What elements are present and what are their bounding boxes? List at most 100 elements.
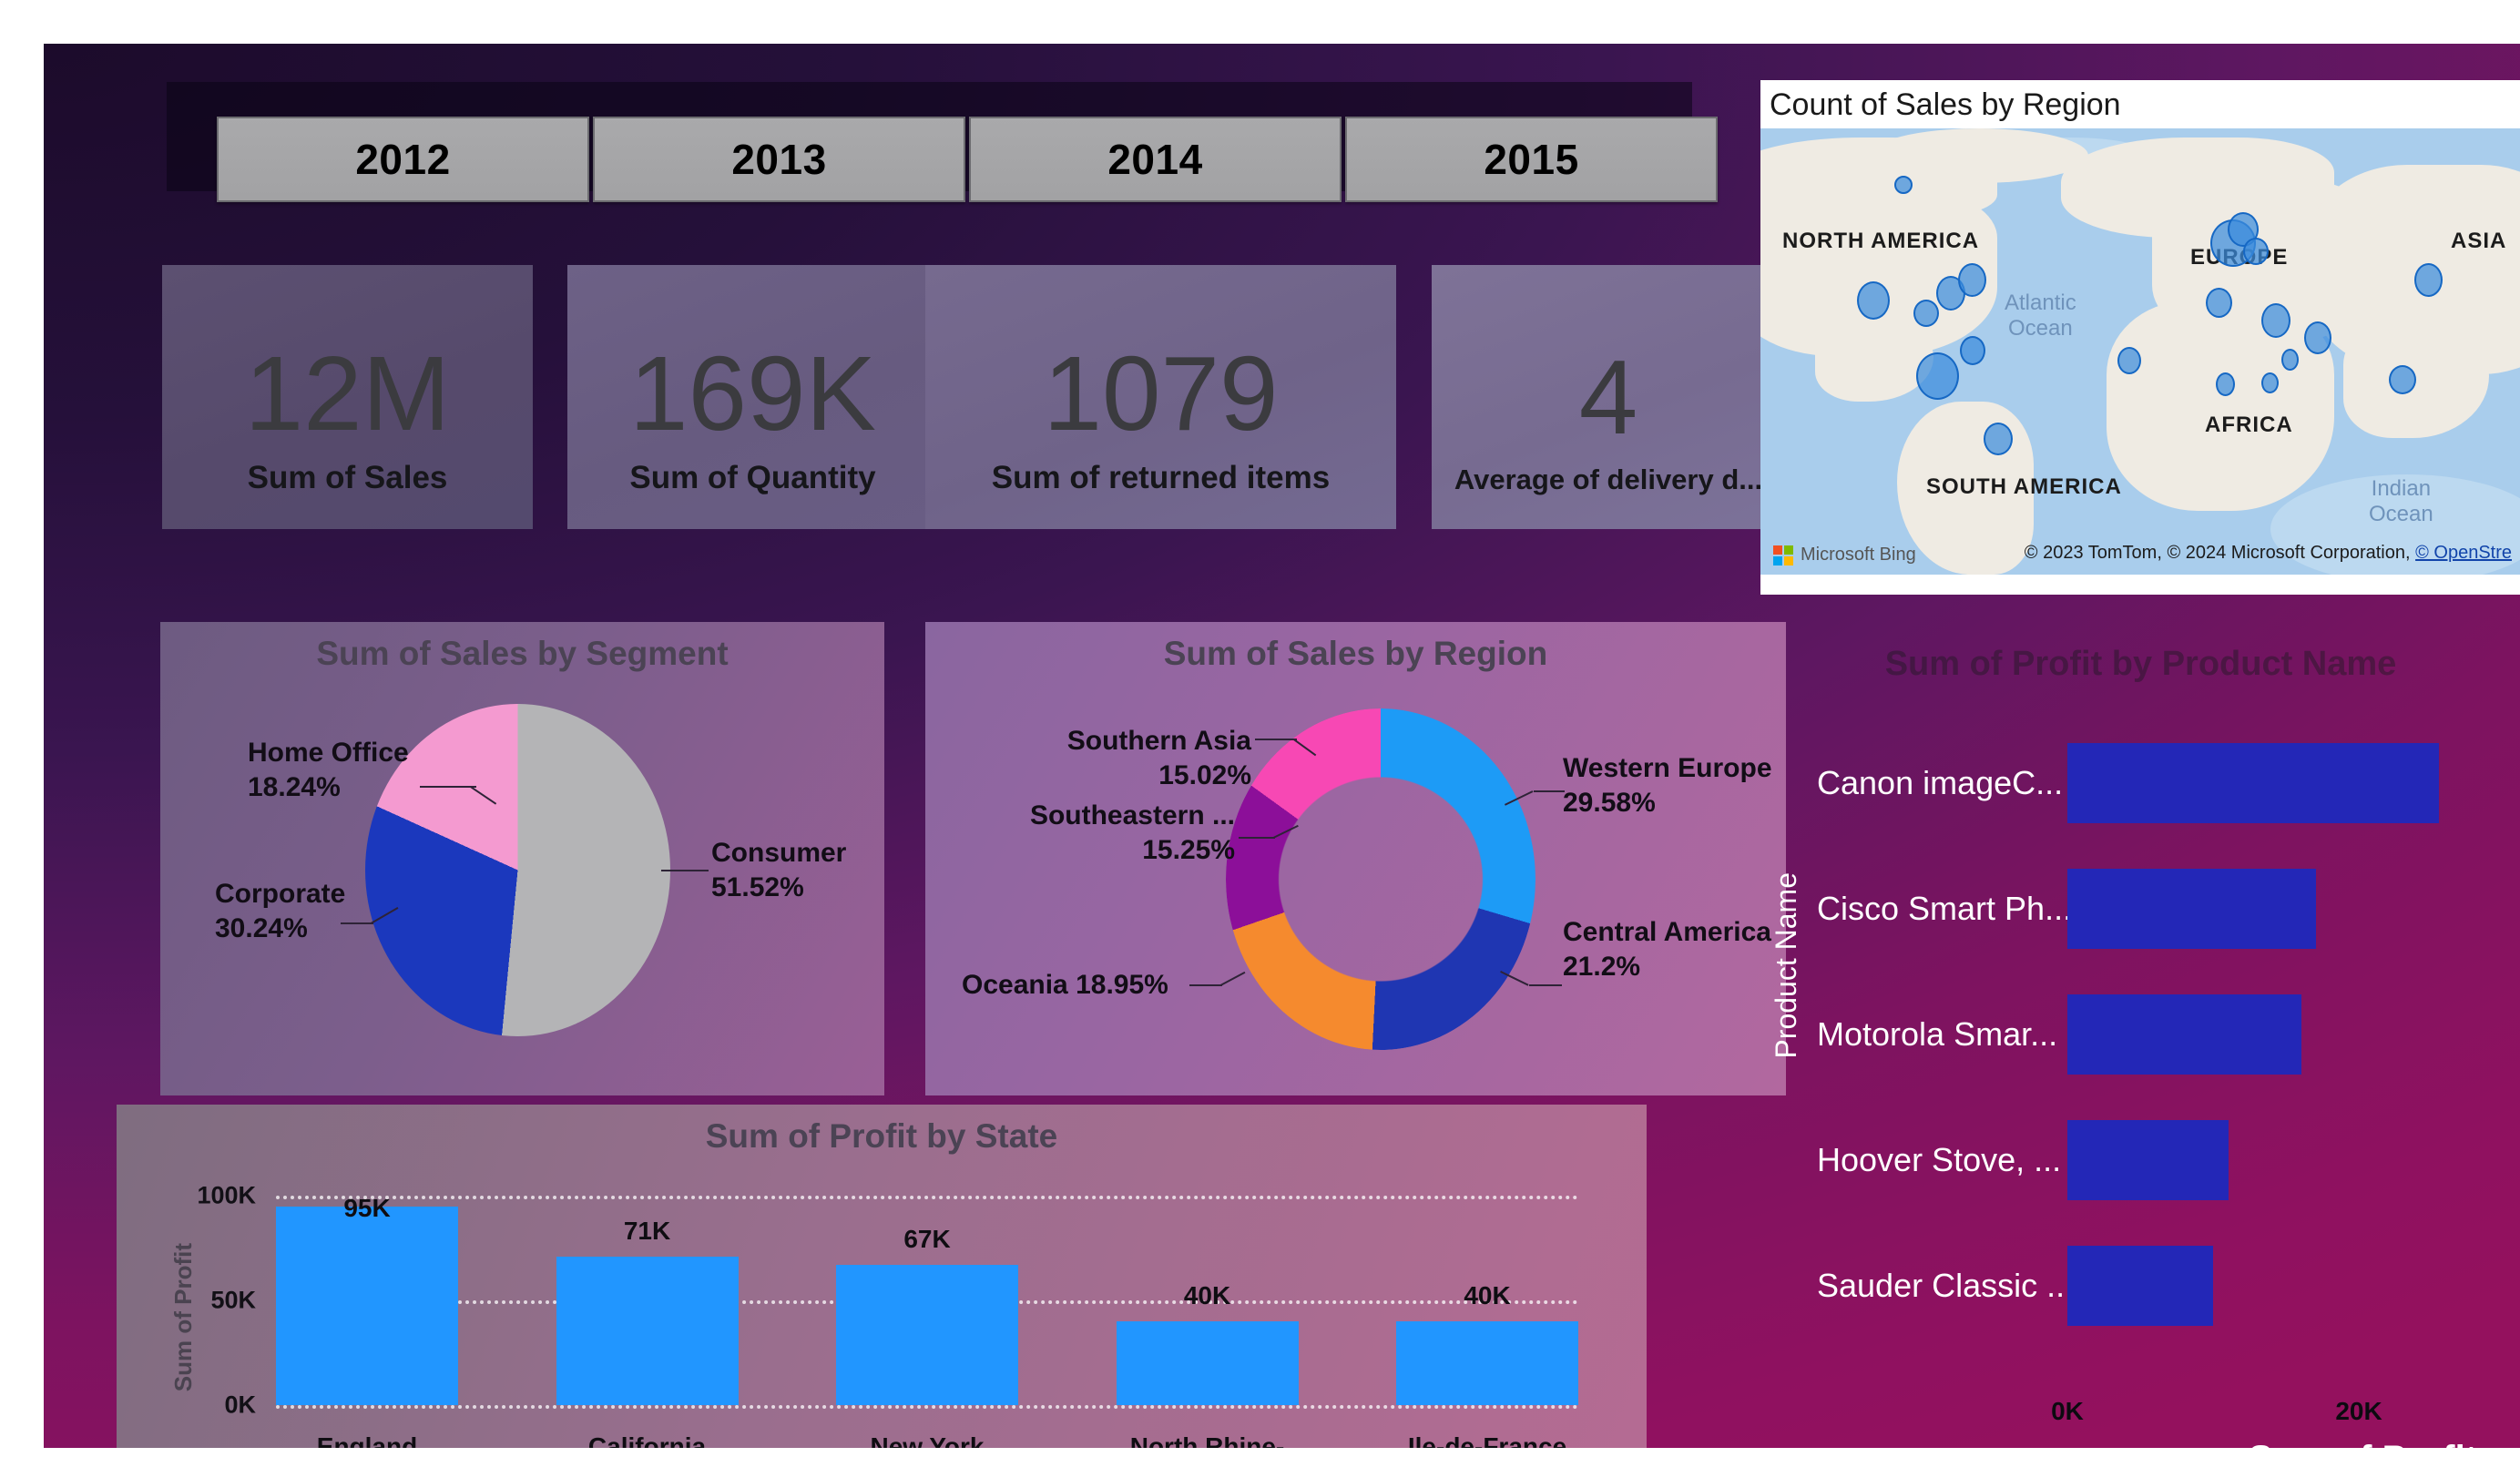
map-bubble[interactable] [1960,336,1985,365]
column-series: 95K England 71K California 67K New York … [276,1194,1578,1448]
bar-row-motorola[interactable]: Motorola Smar... [1817,980,2520,1089]
donut-label-oceania: Oceania 18.95% [962,970,1168,1000]
bar-value: 71K [623,1217,671,1245]
chart-card-sales-by-region[interactable]: Sum of Sales by Region Southern Asia 15.0… [925,622,1786,1095]
bar-row-cisco[interactable]: Cisco Smart Ph... [1817,854,2520,963]
chart-title: Sum of Sales by Segment [316,635,729,672]
chart-card-profit-by-state[interactable]: Sum of Profit by State Sum of Profit 100… [117,1105,1647,1448]
bar[interactable] [1396,1321,1578,1405]
chart-card-sales-by-segment[interactable]: Sum of Sales by Segment Home Office 18.24… [160,622,884,1095]
map-bubble[interactable] [2261,372,2279,393]
column-north-rhine-westphalia[interactable]: 40K North Rhine-Westphalia [1116,1196,1299,1448]
map-bubble[interactable] [2206,288,2232,318]
kpi-card-average-delivery-days[interactable]: 4 Average of delivery d... [1432,265,1785,529]
map-label-africa: AFRICA [2205,413,2293,437]
bar-value: 40K [1183,1281,1231,1309]
map-bubble[interactable] [1916,352,1959,400]
kpi-card-sum-of-returned-items[interactable]: 1079 Sum of returned items [925,265,1396,529]
kpi-label: Average of delivery d... [1454,464,1763,495]
donut-label-central-america: Central America 21.2% [1563,917,1771,982]
year-button-2013[interactable]: 2013 [593,117,965,202]
year-button-2015[interactable]: 2015 [1345,117,1718,202]
bar-category-label: Canon imageC... [1817,764,2064,801]
map-bubble[interactable] [1857,281,1890,320]
bar[interactable] [2067,1120,2229,1200]
year-slicer[interactable]: 2012 2013 2014 2015 [217,117,1718,202]
year-button-2014[interactable]: 2014 [969,117,1342,202]
pie-label-home-office: Home Office 18.24% [248,738,409,802]
leader-line-central-america-2 [1529,984,1562,986]
map-bubble[interactable] [1913,300,1939,327]
bar-row-hoover[interactable]: Hoover Stove, ... [1817,1105,2520,1215]
bar[interactable] [2067,994,2301,1075]
bar-row-sauder[interactable]: Sauder Classic ... [1817,1231,2520,1340]
column-ile-de-france[interactable]: 40K Ile-de-France [1396,1196,1578,1448]
pie-label-consumer: Consumer 51.52% [711,838,847,902]
y-tick-0k: 0K [224,1391,256,1419]
map-attribution: © 2023 TomTom, © 2024 Microsoft Corporat… [2024,543,2512,563]
x-axis-title: Sum of Profit [2249,1439,2477,1448]
bar-category-label: Sauder Classic ... [1817,1267,2067,1304]
bing-map[interactable]: NORTH AMERICA SOUTH AMERICA EUROPE AFRIC… [1760,128,2520,575]
x-tick-0k: 0K [2051,1397,2084,1425]
chart-card-profit-by-product-name[interactable]: Sum of Profit by Product Name Product Na… [1760,645,2520,1448]
map-bubble[interactable] [1894,176,1913,194]
map-bubble[interactable] [2281,349,2299,371]
bar[interactable] [2067,1246,2213,1326]
pie-chart-sales-by-segment[interactable] [365,704,670,1036]
kpi-label: Sum of Sales [247,460,448,495]
bar[interactable] [276,1207,458,1405]
chart-title: Sum of Profit by Product Name [1884,645,2397,683]
leader-line-western-europe-2 [1534,790,1565,792]
kpi-label: Sum of Quantity [629,460,876,495]
donut-chart-sales-by-region[interactable] [1226,708,1535,1050]
leader-line-corporate [341,922,373,924]
bar[interactable] [2067,869,2316,949]
y-axis-title: Sum of Profit [169,1243,197,1392]
column-chart-plot-area[interactable]: 100K 50K 0K 95K England 71K California 6… [197,1182,1578,1448]
bar[interactable] [556,1257,739,1405]
x-category: North Rhine-Westphalia [1129,1432,1285,1448]
bar-category-label: Cisco Smart Ph... [1817,890,2067,927]
map-bubble[interactable] [1958,263,1986,297]
donut-label-southern-asia: Southern Asia 15.02% [1066,726,1251,790]
chart-title: Sum of Sales by Region [1163,635,1548,672]
column-california[interactable]: 71K California [556,1196,739,1448]
map-bubble[interactable] [2243,238,2269,265]
year-button-2012[interactable]: 2012 [217,117,589,202]
bar[interactable] [2067,743,2439,823]
map-bubble[interactable] [1984,423,2013,455]
report-canvas: 2012 2013 2014 2015 12M Sum of Sales 169… [44,44,2520,1448]
map-bubble[interactable] [2261,303,2290,338]
openstreetmap-link[interactable]: © OpenStre [2415,543,2512,563]
x-category: New York [870,1432,985,1448]
leader-line-home-office [420,786,476,788]
map-label-south-america: SOUTH AMERICA [1926,474,2122,499]
bing-logo-icon [1773,545,1793,565]
map-bubble[interactable] [2389,365,2416,394]
bar[interactable] [1116,1321,1299,1405]
bar[interactable] [836,1265,1018,1405]
map-label-atlantic-ocean: Atlantic Ocean [2005,290,2076,341]
kpi-card-sum-of-quantity[interactable]: 169K Sum of Quantity [567,265,938,529]
column-england[interactable]: 95K England [276,1194,458,1448]
kpi-value: 169K [629,333,876,453]
map-bubble[interactable] [2117,347,2141,374]
map-bubble[interactable] [2304,321,2331,354]
x-tick-20k: 20K [2335,1397,2382,1425]
bar-row-canon[interactable]: Canon imageC... [1817,728,2520,838]
bar-category-label: Hoover Stove, ... [1817,1141,2062,1178]
map-bubble[interactable] [2216,372,2235,396]
kpi-card-sum-of-sales[interactable]: 12M Sum of Sales [162,265,533,529]
kpi-value: 12M [244,333,451,453]
kpi-value: 1079 [1043,333,1279,453]
bing-label: Microsoft Bing [1801,545,1916,565]
bar-value: 40K [1464,1281,1511,1309]
map-card-count-of-sales-by-region[interactable]: Count of Sales by Region NORTH AMERICA S… [1760,80,2520,595]
horizontal-bar-series: Canon imageC... Cisco Smart Ph... Motoro… [1817,728,2520,1357]
pie-slices [365,704,670,1036]
map-label-asia: ASIA [2451,229,2507,253]
map-bubble[interactable] [2414,263,2443,297]
column-new-york[interactable]: 67K New York [836,1196,1018,1448]
x-axis: 0K 20K [2051,1397,2450,1433]
